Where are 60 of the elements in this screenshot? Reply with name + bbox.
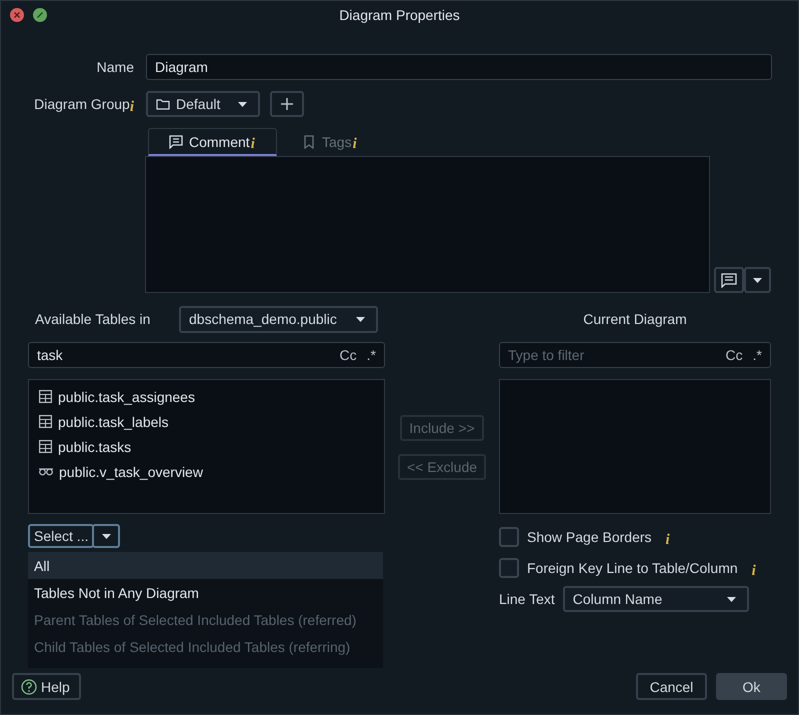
info-mark: i: [352, 136, 357, 153]
window-title: Diagram Properties: [339, 7, 460, 23]
checkbox-label: Foreign Key Line to Table/Column: [527, 560, 738, 576]
plus-icon: [280, 97, 294, 111]
menu-item[interactable]: Tables Not in Any Diagram: [28, 579, 383, 606]
list-item[interactable]: public.task_assignees: [58, 388, 195, 404]
help-icon: [21, 678, 37, 694]
bookmark-icon: [302, 134, 316, 148]
filter-field[interactable]: task Cc .*: [28, 342, 385, 368]
case-toggle[interactable]: Cc: [340, 347, 357, 363]
info-mark: i: [752, 562, 756, 580]
ok-button[interactable]: Ok: [716, 673, 787, 700]
menu-item: Parent Tables of Selected Included Tables (referred): [33, 610, 358, 630]
add-button[interactable]: [270, 91, 304, 117]
checkbox[interactable]: [499, 527, 519, 547]
section-title: Current Diagram: [583, 311, 687, 327]
name-field[interactable]: Diagram: [146, 54, 772, 80]
list-item[interactable]: public.tasks: [58, 438, 132, 454]
filter-field[interactable]: Type to filter Cc .*: [499, 342, 771, 368]
tab[interactable]: Tagsi: [291, 128, 358, 156]
dropdown-button[interactable]: [744, 267, 771, 293]
comment-field[interactable]: [145, 156, 710, 293]
checkbox[interactable]: [499, 558, 519, 578]
table-icon: [39, 415, 52, 428]
maximize-icon: [33, 8, 47, 22]
select-button[interactable]: Select ...: [28, 524, 94, 548]
info-mark: i: [666, 532, 670, 548]
dropdown[interactable]: dbschema_demo.public: [179, 306, 378, 332]
section-label: Available Tables in: [35, 311, 152, 327]
close-icon: [10, 8, 24, 22]
dropdown[interactable]: Column Name: [562, 586, 749, 612]
field-label: Name: [96, 59, 135, 75]
field-label: Line Text: [499, 591, 555, 607]
info-mark: i: [250, 136, 255, 153]
regex-toggle[interactable]: .*: [366, 347, 376, 363]
dropdown-button[interactable]: [92, 524, 120, 548]
menu-item: Child Tables of Selected Included Tables (referring): [33, 638, 352, 657]
dropdown[interactable]: Default: [146, 91, 260, 117]
caret-icon: [100, 532, 112, 540]
caret-icon: [726, 596, 737, 602]
list-item[interactable]: public.task_labels: [58, 414, 169, 430]
regex-toggle[interactable]: .*: [752, 347, 762, 363]
field-label: Diagram Group: [34, 96, 130, 112]
caret-icon: [752, 276, 763, 284]
info-mark: i: [130, 98, 134, 116]
menu-item[interactable]: All: [28, 552, 383, 579]
help-button[interactable]: Help: [12, 673, 81, 700]
caret-icon: [237, 100, 248, 108]
folder-icon: [156, 98, 170, 110]
comment-button[interactable]: [714, 267, 744, 293]
checkbox-label: Show Page Borders: [527, 529, 652, 545]
comment-icon: [721, 272, 737, 288]
table-icon: [39, 390, 52, 403]
list-item[interactable]: public.v_task_overview: [59, 464, 203, 480]
glasses-icon: [39, 468, 53, 476]
case-toggle[interactable]: Cc: [726, 347, 743, 363]
comment-icon: [169, 134, 183, 148]
cancel-button[interactable]: Cancel: [636, 673, 707, 700]
caret-icon: [355, 316, 366, 322]
table-icon: [39, 440, 52, 453]
